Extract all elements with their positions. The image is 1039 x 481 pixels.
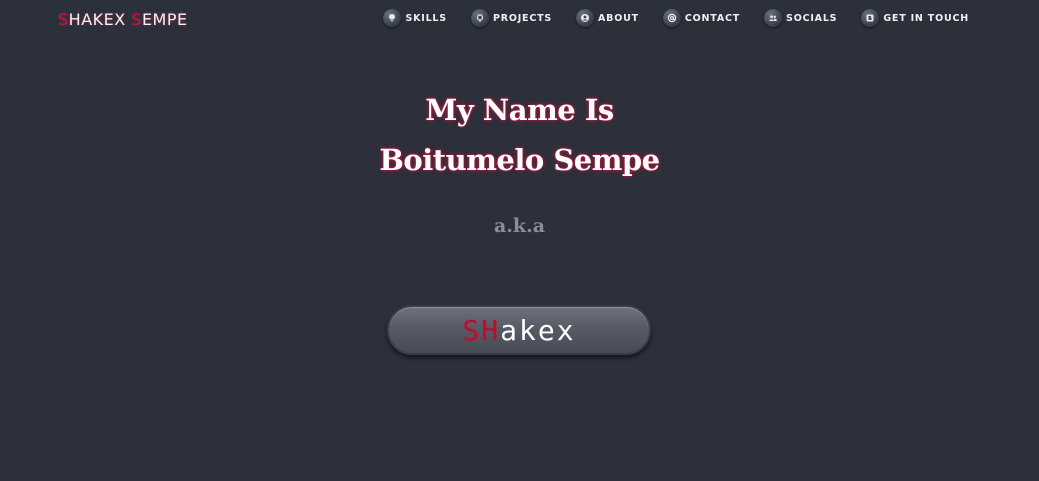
hero-full-name: Boitumelo Sempe — [379, 143, 660, 177]
hero-section: My Name Is Boitumelo Sempe a.k.a SH akex — [0, 0, 1039, 481]
nickname-button[interactable]: SH akex — [387, 305, 651, 355]
hero-intro: My Name Is — [425, 93, 614, 127]
nickname-accent: SH — [462, 313, 501, 347]
aka-label: a.k.a — [493, 215, 546, 237]
nickname-rest: akex — [500, 313, 576, 347]
